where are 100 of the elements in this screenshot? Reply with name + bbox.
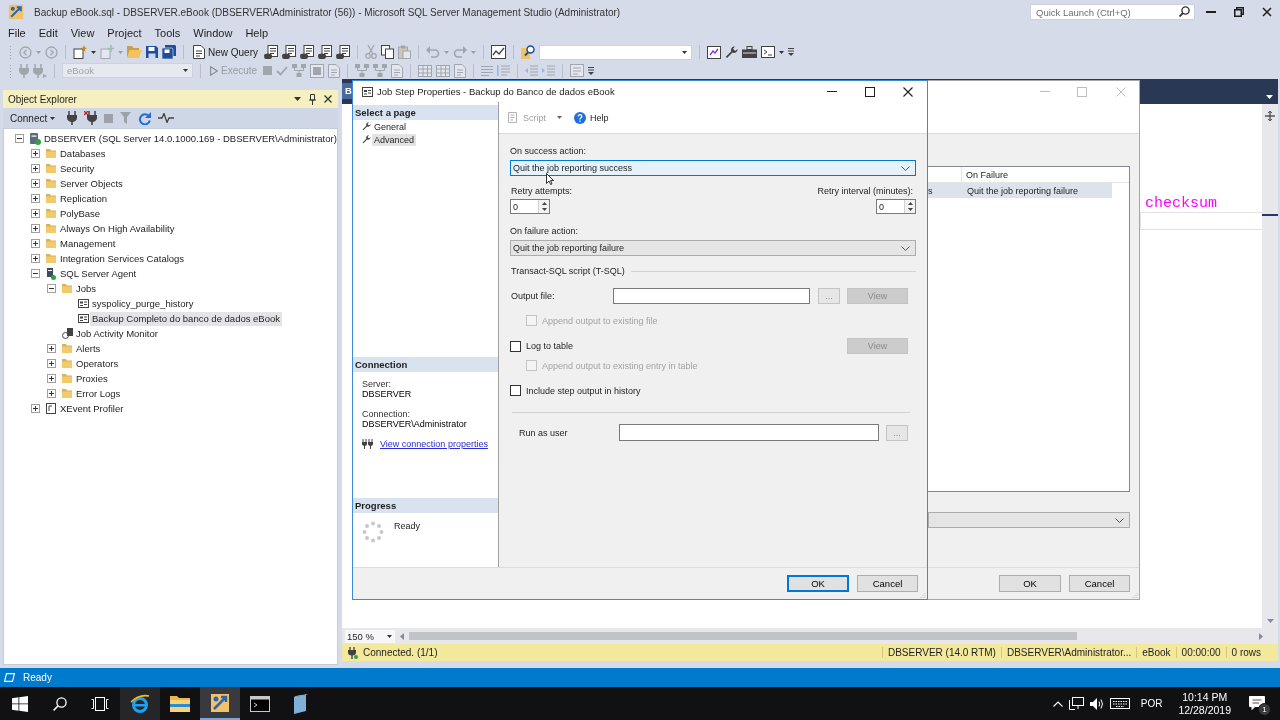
new-query-button[interactable]: New Query: [191, 45, 260, 59]
wrench-icon[interactable]: [725, 45, 738, 59]
toolbox-icon[interactable]: [742, 46, 757, 58]
pulse-icon[interactable]: [158, 113, 175, 123]
menu-item[interactable]: File: [2, 27, 32, 39]
checkbox[interactable]: [510, 385, 521, 396]
expand-icon[interactable]: [47, 359, 56, 368]
scroll-left-icon[interactable]: [400, 632, 404, 640]
save-all-icon[interactable]: [162, 45, 176, 59]
split-icon[interactable]: [1265, 111, 1275, 121]
console-icon[interactable]: [761, 46, 775, 58]
tree-item[interactable]: Security: [58, 161, 97, 176]
taskbar-button[interactable]: [120, 687, 160, 720]
spin-down-icon[interactable]: [907, 208, 913, 212]
ok-button[interactable]: OK: [999, 575, 1061, 592]
expand-icon[interactable]: [47, 389, 56, 398]
expand-icon[interactable]: [31, 404, 40, 413]
spin-up-icon[interactable]: [907, 201, 913, 205]
find-combo-field[interactable]: [539, 44, 692, 60]
menu-item[interactable]: Window: [187, 27, 239, 39]
tree-item[interactable]: DBSERVER (SQL Server 14.0.1000.169 - DBSERVER\Administrator): [42, 131, 337, 146]
caret-icon[interactable]: [557, 116, 562, 119]
new-project-icon[interactable]: [73, 45, 87, 59]
menu-item[interactable]: Project: [101, 27, 148, 39]
dropdown[interactable]: Quit the job reporting success: [510, 160, 916, 176]
menu-item[interactable]: View: [64, 27, 101, 39]
expand-icon[interactable]: [47, 374, 56, 383]
spin-box[interactable]: 0: [876, 199, 916, 214]
caret-icon[interactable]: [779, 50, 784, 54]
tree-item[interactable]: syspolicy_purge_history: [90, 296, 196, 311]
menu-item[interactable]: Edit: [32, 27, 64, 39]
copy-icon[interactable]: [381, 45, 394, 59]
connect-button[interactable]: Connect: [8, 112, 58, 124]
checkbox[interactable]: [510, 340, 521, 352]
database-query-icon[interactable]: [282, 45, 296, 59]
overflow-icon[interactable]: [788, 48, 794, 56]
expand-icon[interactable]: [47, 344, 56, 353]
tree-item[interactable]: Databases: [58, 146, 108, 161]
expand-icon[interactable]: [31, 194, 40, 203]
expand-icon[interactable]: [31, 224, 40, 233]
vertical-scrollbar[interactable]: [1262, 104, 1278, 628]
menu-item[interactable]: Tools: [148, 27, 187, 39]
tree-item[interactable]: Integration Services Catalogs: [58, 251, 187, 266]
overflow-icon[interactable]: [588, 66, 595, 75]
cancel-button[interactable]: Cancel: [857, 575, 918, 592]
spin-up-icon[interactable]: [541, 201, 547, 205]
expand-icon[interactable]: [31, 179, 40, 188]
taskbar-button[interactable]: [200, 687, 240, 720]
close-icon[interactable]: [903, 86, 913, 97]
refresh-icon[interactable]: [138, 111, 152, 125]
page-item[interactable]: Advanced: [372, 133, 417, 146]
chevron-down-icon[interactable]: [1266, 95, 1273, 99]
list-row[interactable]: s Quit the job reporting failure: [928, 183, 1112, 198]
search-icon[interactable]: [1179, 6, 1190, 17]
task-view-icon[interactable]: [91, 696, 109, 711]
quick-launch-field[interactable]: Quick Launch (Ctrl+Q): [1030, 4, 1195, 20]
database-query-icon[interactable]: [264, 45, 278, 59]
disconnect-icon[interactable]: [84, 111, 98, 125]
tree-item[interactable]: SQL Server Agent: [58, 266, 139, 281]
zoom-dropdown[interactable]: 150 %: [345, 629, 395, 643]
chevron-down-icon[interactable]: [294, 97, 301, 101]
tree-item[interactable]: Proxies: [74, 371, 110, 386]
report-icon[interactable]: [707, 45, 721, 59]
tree-item[interactable]: Management: [58, 236, 118, 251]
tree-item[interactable]: PolyBase: [58, 206, 103, 221]
restore-icon[interactable]: [1234, 7, 1244, 17]
database-query-icon[interactable]: [300, 45, 314, 59]
pin-icon[interactable]: [309, 93, 316, 105]
input-language[interactable]: POR: [1140, 698, 1163, 709]
document-tab[interactable]: B: [342, 83, 352, 99]
expand-icon[interactable]: [31, 254, 40, 263]
tree-item[interactable]: Replication: [58, 191, 109, 206]
collapse-icon[interactable]: [15, 134, 24, 143]
plug-icon[interactable]: [67, 111, 78, 125]
scroll-down-icon[interactable]: [1266, 619, 1274, 623]
chevron-up-icon[interactable]: [1052, 700, 1063, 707]
tree-item[interactable]: Server Objects: [58, 176, 125, 191]
cancel-button[interactable]: Cancel: [1069, 575, 1130, 592]
output-file-field[interactable]: [613, 288, 810, 304]
expand-icon[interactable]: [31, 149, 40, 158]
tree-item[interactable]: Job Activity Monitor: [74, 326, 160, 341]
column-header[interactable]: On Failure: [962, 169, 1009, 180]
scroll-right-icon[interactable]: [1259, 632, 1263, 640]
maximize-icon[interactable]: [865, 86, 875, 97]
caret-icon[interactable]: [91, 50, 96, 54]
spin-box[interactable]: 0: [510, 199, 550, 214]
search-icon[interactable]: [53, 696, 67, 711]
database-query-icon[interactable]: [336, 45, 350, 59]
close-icon[interactable]: [324, 95, 332, 103]
keyboard-icon[interactable]: [1109, 698, 1130, 709]
menu-item[interactable]: Help: [239, 27, 275, 39]
run-as-user-field[interactable]: [619, 424, 879, 441]
tree-item[interactable]: Operators: [74, 356, 121, 371]
expand-icon[interactable]: [31, 239, 40, 248]
dropdown[interactable]: Quit the job reporting failure: [510, 240, 916, 256]
clock-time[interactable]: 10:14 PM: [1182, 690, 1228, 704]
database-query-icon[interactable]: [318, 45, 332, 59]
page-item[interactable]: General: [372, 120, 409, 133]
expand-icon[interactable]: [31, 209, 40, 218]
save-icon[interactable]: [146, 46, 158, 58]
